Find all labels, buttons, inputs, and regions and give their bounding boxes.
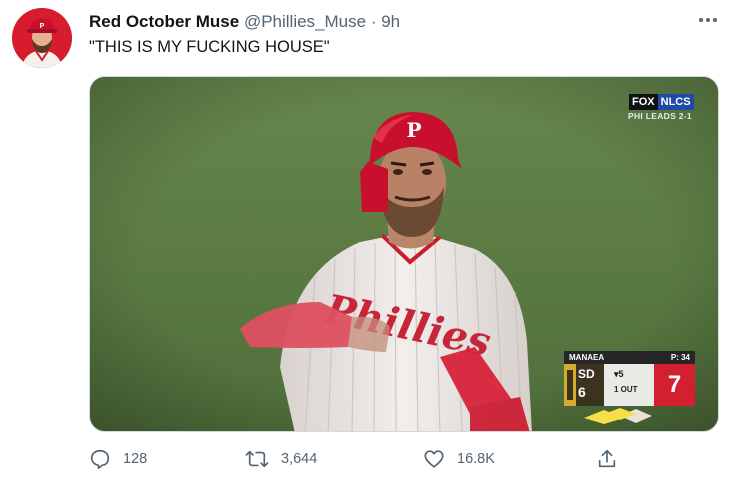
avatar[interactable]: P — [12, 8, 72, 68]
scorebug-pitcher-bar: MANAEA P: 34 — [564, 351, 695, 364]
network-logo: FOX — [629, 94, 658, 110]
scorebug: MANAEA P: 34 SD 6 ▾5 1 OUT 7 — [564, 351, 695, 424]
bases-diamond-icon — [584, 408, 652, 424]
like-icon — [424, 450, 444, 468]
inning-block: ▾5 1 OUT — [604, 364, 654, 406]
broadcast-badge: FOX NLCS — [629, 94, 694, 110]
away-team-abbr: SD — [578, 367, 595, 381]
retweet-count: 3,644 — [281, 451, 318, 467]
like-count: 16.8K — [457, 451, 495, 467]
pitch-count: P: 34 — [670, 353, 690, 362]
more-options-button[interactable] — [694, 6, 722, 34]
more-options-icon — [699, 18, 717, 22]
share-button[interactable] — [596, 448, 618, 470]
tweet-media-video[interactable]: Phillies P FOX NLCS PHI LEADS 2-1 MANAEA — [89, 76, 719, 432]
share-icon — [598, 449, 616, 468]
retweet-icon — [245, 450, 269, 468]
phillies-player-avatar-icon: P — [12, 8, 72, 68]
tweet-actions: 128 3,644 16.8K — [89, 448, 719, 474]
away-team-block: SD 6 — [564, 364, 604, 406]
svg-text:P: P — [406, 118, 421, 142]
reply-icon — [90, 449, 110, 469]
tweet-timestamp[interactable]: 9h — [381, 12, 400, 31]
svg-text:P: P — [40, 23, 45, 30]
retweet-button[interactable]: 3,644 — [245, 448, 317, 470]
tweet-header: Red October Muse @Phillies_Muse · 9h — [89, 12, 400, 32]
separator-dot: · — [370, 12, 377, 31]
away-team-score: 6 — [578, 384, 586, 400]
like-button[interactable]: 16.8K — [423, 448, 495, 470]
outs-indicator: 1 OUT — [614, 385, 638, 394]
reply-button[interactable]: 128 — [89, 448, 147, 470]
tweet-text: "THIS IS MY FUCKING HOUSE" — [89, 38, 330, 56]
inning-indicator: ▾5 — [614, 369, 624, 379]
home-team-score: 7 — [654, 364, 695, 406]
reply-count: 128 — [123, 451, 148, 467]
pitcher-name: MANAEA — [569, 353, 605, 362]
author-name[interactable]: Red October Muse — [89, 12, 239, 31]
series-status: PHI LEADS 2-1 — [628, 111, 692, 121]
author-handle[interactable]: @Phillies_Muse — [244, 12, 366, 31]
series-logo: NLCS — [657, 94, 694, 110]
